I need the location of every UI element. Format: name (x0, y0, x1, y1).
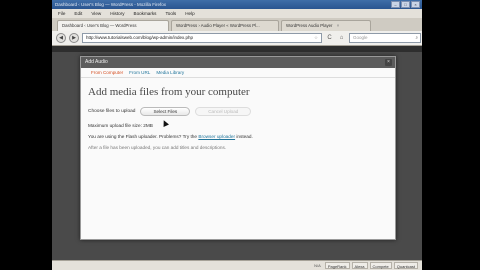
status-badge: N/A (314, 263, 321, 268)
pagerank-addon[interactable]: PageRank (324, 262, 350, 269)
status-bar: N/A PageRank Alexa Compete Quantcast (52, 260, 422, 270)
menu-view[interactable]: View (91, 9, 101, 18)
flash-note-suffix: instead. (236, 134, 253, 139)
star-icon[interactable]: ☆ (314, 34, 318, 42)
tab-bar: Dashboard ‹ User's Blog — WordPress Word… (52, 18, 422, 31)
address-bar[interactable]: http://www.tutorialsweb.com/blog/wp-admi… (82, 33, 322, 43)
tab-audio-player-plugin[interactable]: WordPress › Audio Player « WordPress Pl.… (171, 20, 279, 31)
refresh-icon[interactable]: C (325, 34, 334, 43)
flash-uploader-note: You are using the Flash uploader. Proble… (88, 134, 388, 139)
menu-tools[interactable]: Tools (165, 9, 176, 18)
menu-bookmarks[interactable]: Bookmarks (134, 9, 157, 18)
tab-from-computer[interactable]: From Computer (91, 68, 123, 77)
alexa-addon[interactable]: Alexa (351, 262, 368, 269)
video-letterbox-left (0, 0, 52, 270)
home-icon[interactable]: ⌂ (337, 34, 346, 43)
back-button[interactable]: ◀ (56, 33, 66, 43)
dialog-tabs: From Computer From URL Media Library (81, 68, 395, 78)
video-letterbox-right (422, 0, 480, 270)
window-titlebar: Dashboard ‹ User's Blog — WordPress - Mo… (52, 0, 422, 9)
navigation-toolbar: ◀ ▶ http://www.tutorialsweb.com/blog/wp-… (52, 31, 422, 46)
max-upload-size: Maximum upload file size: 2MB (88, 123, 153, 128)
close-icon[interactable]: × (385, 59, 392, 66)
upload-heading: Add media files from your computer (88, 86, 250, 98)
tab-from-url[interactable]: From URL (129, 68, 150, 77)
quantcast-addon[interactable]: Quantcast (393, 262, 418, 269)
tab-label: WordPress › Audio Player « WordPress Pl.… (176, 23, 260, 28)
url-text: http://www.tutorialsweb.com/blog/wp-admi… (86, 35, 194, 40)
menu-bar: File Edit View History Bookmarks Tools H… (52, 9, 422, 18)
dialog-title: Add Audio (85, 59, 108, 65)
dialog-header: Add Audio × (81, 57, 395, 68)
tab-close-icon[interactable]: × (337, 23, 340, 28)
menu-edit[interactable]: Edit (74, 9, 82, 18)
dialog-body: Add media files from your computer Choos… (81, 78, 395, 150)
menu-history[interactable]: History (110, 9, 124, 18)
page-viewport: Add Audio × From Computer From URL Media… (52, 46, 422, 260)
choose-files-label: Choose files to upload (88, 109, 136, 114)
tab-label: Dashboard ‹ User's Blog — WordPress (62, 23, 137, 28)
cancel-upload-button[interactable]: Cancel Upload (195, 107, 252, 116)
tab-media-library[interactable]: Media Library (156, 68, 184, 77)
flash-note-text: You are using the Flash uploader. Proble… (88, 134, 198, 139)
minimize-button[interactable]: – (391, 1, 400, 8)
window-controls: – □ × (391, 1, 420, 8)
search-placeholder: Google (353, 35, 368, 40)
add-audio-dialog: Add Audio × From Computer From URL Media… (80, 56, 396, 240)
tab-dashboard[interactable]: Dashboard ‹ User's Blog — WordPress (57, 20, 169, 31)
menu-help[interactable]: Help (185, 9, 194, 18)
menu-file[interactable]: File (58, 9, 65, 18)
close-window-button[interactable]: × (411, 1, 420, 8)
search-input[interactable]: Google ⌕ (349, 33, 421, 43)
browser-uploader-link[interactable]: Browser uploader (198, 134, 235, 139)
compete-addon[interactable]: Compete (369, 262, 392, 269)
maximize-button[interactable]: □ (401, 1, 410, 8)
after-upload-note: After a file has been uploaded, you can … (88, 145, 227, 150)
window-title: Dashboard ‹ User's Blog — WordPress - Mo… (55, 2, 167, 7)
forward-button[interactable]: ▶ (69, 33, 79, 43)
browser-window: Dashboard ‹ User's Blog — WordPress - Mo… (52, 0, 422, 270)
admin-bar (52, 46, 422, 52)
tab-wordpress-audio-player[interactable]: WordPress Audio Player × (281, 20, 371, 31)
tab-label: WordPress Audio Player (286, 23, 333, 28)
search-icon[interactable]: ⌕ (415, 34, 418, 42)
select-files-button[interactable]: Select Files (140, 107, 191, 116)
choose-files-row: Choose files to upload Select Files Canc… (88, 107, 388, 116)
